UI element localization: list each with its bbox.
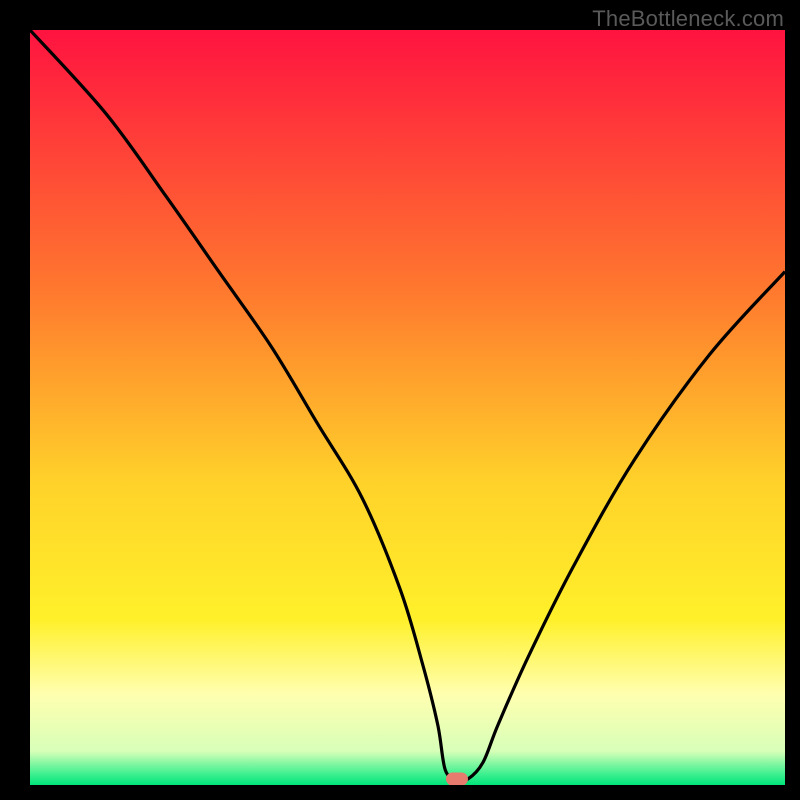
- minimum-marker: [446, 772, 468, 785]
- bottleneck-curve: [30, 30, 785, 785]
- watermark-text: TheBottleneck.com: [592, 6, 784, 32]
- chart-frame: TheBottleneck.com: [0, 0, 800, 800]
- plot-area: [30, 30, 785, 785]
